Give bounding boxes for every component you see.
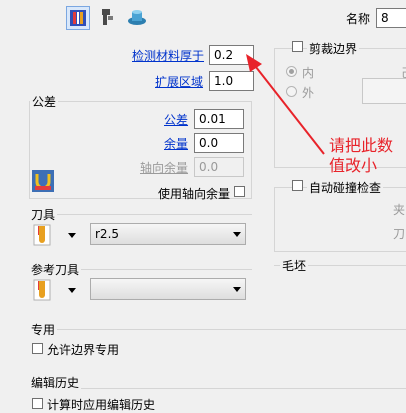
tool-dropdown[interactable]: r2.5 bbox=[90, 223, 246, 245]
tool-dropdown-value: r2.5 bbox=[95, 227, 120, 241]
use-axial-allowance-label: 使用轴向余量 bbox=[158, 187, 231, 201]
apply-history-checkbox[interactable] bbox=[32, 398, 43, 409]
tool-group-title: 刀具 bbox=[29, 206, 58, 223]
trim-boundary-checkbox[interactable] bbox=[292, 41, 303, 52]
ref-tool-group-title: 参考刀具 bbox=[29, 261, 82, 278]
collision-check-checkbox[interactable] bbox=[292, 180, 303, 191]
stock-group-title: 毛坯 bbox=[280, 257, 309, 274]
allow-boundary-label: 允许边界专用 bbox=[47, 343, 120, 357]
special-group-title: 专用 bbox=[29, 321, 58, 338]
tool-selector[interactable] bbox=[32, 223, 77, 247]
apply-history-label: 计算时应用编辑历史 bbox=[47, 398, 156, 412]
history-group-title: 编辑历史 bbox=[29, 374, 82, 391]
annotation-arrow bbox=[246, 54, 325, 155]
thickness-label[interactable]: 检测材料厚于 bbox=[132, 47, 204, 64]
chevron-down-icon bbox=[233, 287, 241, 292]
special-separator bbox=[29, 329, 406, 330]
axial-allowance-label: 轴向余量 bbox=[140, 161, 189, 175]
trim-boundary-select[interactable] bbox=[362, 78, 406, 104]
expand-area-label[interactable]: 扩展区域 bbox=[155, 73, 203, 90]
thickness-icon[interactable] bbox=[32, 170, 54, 192]
annotation-line-2: 值改小 bbox=[329, 156, 378, 175]
tolerance-label[interactable]: 公差 bbox=[164, 111, 188, 128]
allow-boundary-checkbox[interactable] bbox=[32, 343, 43, 354]
collision-check-title: 自动碰撞检查 bbox=[307, 179, 384, 196]
chevron-down-icon bbox=[233, 232, 241, 237]
allowance-label[interactable]: 余量 bbox=[164, 135, 188, 152]
holder-icon[interactable] bbox=[96, 6, 120, 30]
collision-right-text-2: 刀 bbox=[393, 227, 406, 241]
tool-separator bbox=[29, 214, 252, 215]
toolpath-strategy-icon[interactable] bbox=[66, 6, 90, 30]
annotation-line-1: 请把此数 bbox=[329, 136, 394, 155]
axial-allowance-input: 0.0 bbox=[194, 157, 244, 177]
collision-check-group bbox=[274, 187, 406, 252]
ref-tool-dropdown[interactable] bbox=[90, 278, 246, 300]
name-input[interactable]: 8 bbox=[376, 8, 406, 28]
annotation-text: 请把此数 值改小 bbox=[329, 136, 393, 176]
ref-tool-selector[interactable] bbox=[32, 278, 77, 302]
stock-model-icon[interactable] bbox=[126, 6, 150, 30]
name-label: 名称 bbox=[346, 12, 371, 26]
allowance-input[interactable]: 0.0 bbox=[194, 133, 244, 153]
use-axial-allowance-checkbox[interactable] bbox=[234, 186, 245, 197]
tolerance-group-title: 公差 bbox=[30, 93, 59, 110]
tolerance-input[interactable]: 0.01 bbox=[194, 109, 244, 129]
collision-right-text-1: 夹 bbox=[393, 203, 406, 217]
history-separator bbox=[29, 388, 406, 389]
